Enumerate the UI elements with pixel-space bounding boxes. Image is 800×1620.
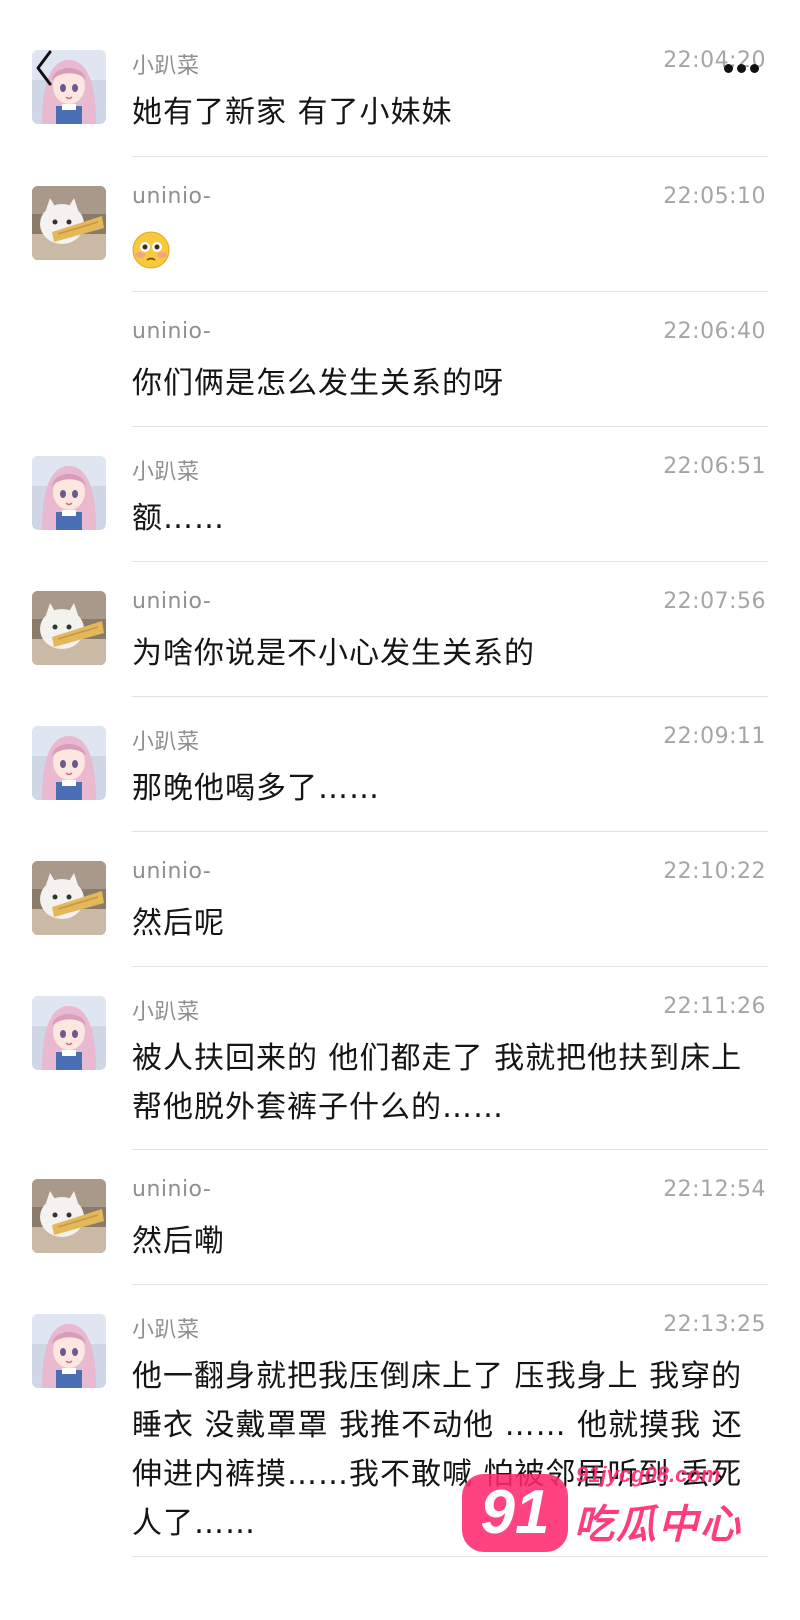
sender-name: 小趴菜	[132, 1000, 200, 1025]
back-chevron-icon[interactable]	[30, 48, 58, 88]
avatar[interactable]	[32, 456, 106, 530]
divider	[132, 291, 768, 292]
sender-name: 小趴菜	[132, 1318, 200, 1343]
watermark-url: 91jycg08.com	[576, 1462, 721, 1487]
avatar[interactable]	[32, 591, 106, 665]
sender-name: uninio-	[132, 1177, 212, 1202]
message-time: 22:13:25	[663, 1312, 766, 1337]
watermark-name: 吃瓜中心	[574, 1502, 742, 1548]
avatar[interactable]	[32, 1179, 106, 1253]
divider	[132, 966, 768, 967]
message-text: 为啥你说是不小心发生关系的	[132, 636, 535, 671]
message-text: 你们俩是怎么发生关系的呀	[132, 366, 504, 401]
sender-name: uninio-	[132, 184, 212, 209]
avatar[interactable]	[32, 186, 106, 260]
divider	[132, 696, 768, 697]
message-text: 她有了新家 有了小妹妹	[132, 95, 453, 130]
sender-name: 小趴菜	[132, 730, 200, 755]
message-text: 然后呢	[132, 906, 225, 941]
avatar[interactable]	[32, 861, 106, 935]
message-text: 那晚他喝多了……	[132, 771, 380, 806]
message-time: 22:06:51	[663, 454, 766, 479]
more-dots-icon[interactable]	[724, 58, 768, 76]
sender-name: uninio-	[132, 589, 212, 614]
message-text: 被人扶回来的 他们都走了 我就把他扶到床上 帮他脱外套裤子什么的……	[132, 1041, 743, 1125]
message-text: 额……	[132, 501, 225, 536]
message-time: 22:07:56	[663, 589, 766, 614]
avatar[interactable]	[32, 726, 106, 800]
message-text	[132, 224, 772, 273]
divider	[132, 1149, 768, 1150]
sender-name: uninio-	[132, 859, 212, 884]
divider	[132, 831, 768, 832]
divider	[132, 1284, 768, 1285]
watermark-badge: 91	[462, 1474, 568, 1552]
message-time: 22:09:11	[663, 724, 766, 749]
divider	[132, 426, 768, 427]
divider	[132, 561, 768, 562]
watermark-logo: 91 91jycg08.com 吃瓜中心	[462, 1462, 782, 1560]
flushed-face-emoji-icon	[132, 231, 170, 269]
sender-name: uninio-	[132, 319, 212, 344]
message-time: 22:12:54	[663, 1177, 766, 1202]
divider	[132, 156, 768, 157]
message-text: 然后嘞	[132, 1224, 225, 1259]
message-time: 22:10:22	[663, 859, 766, 884]
sender-name: 小趴菜	[132, 54, 200, 79]
avatar[interactable]	[32, 996, 106, 1070]
sender-name: 小趴菜	[132, 460, 200, 485]
message-time: 22:06:40	[663, 319, 766, 344]
avatar[interactable]	[32, 1314, 106, 1388]
message-time: 22:11:26	[663, 994, 766, 1019]
message-time: 22:05:10	[663, 184, 766, 209]
